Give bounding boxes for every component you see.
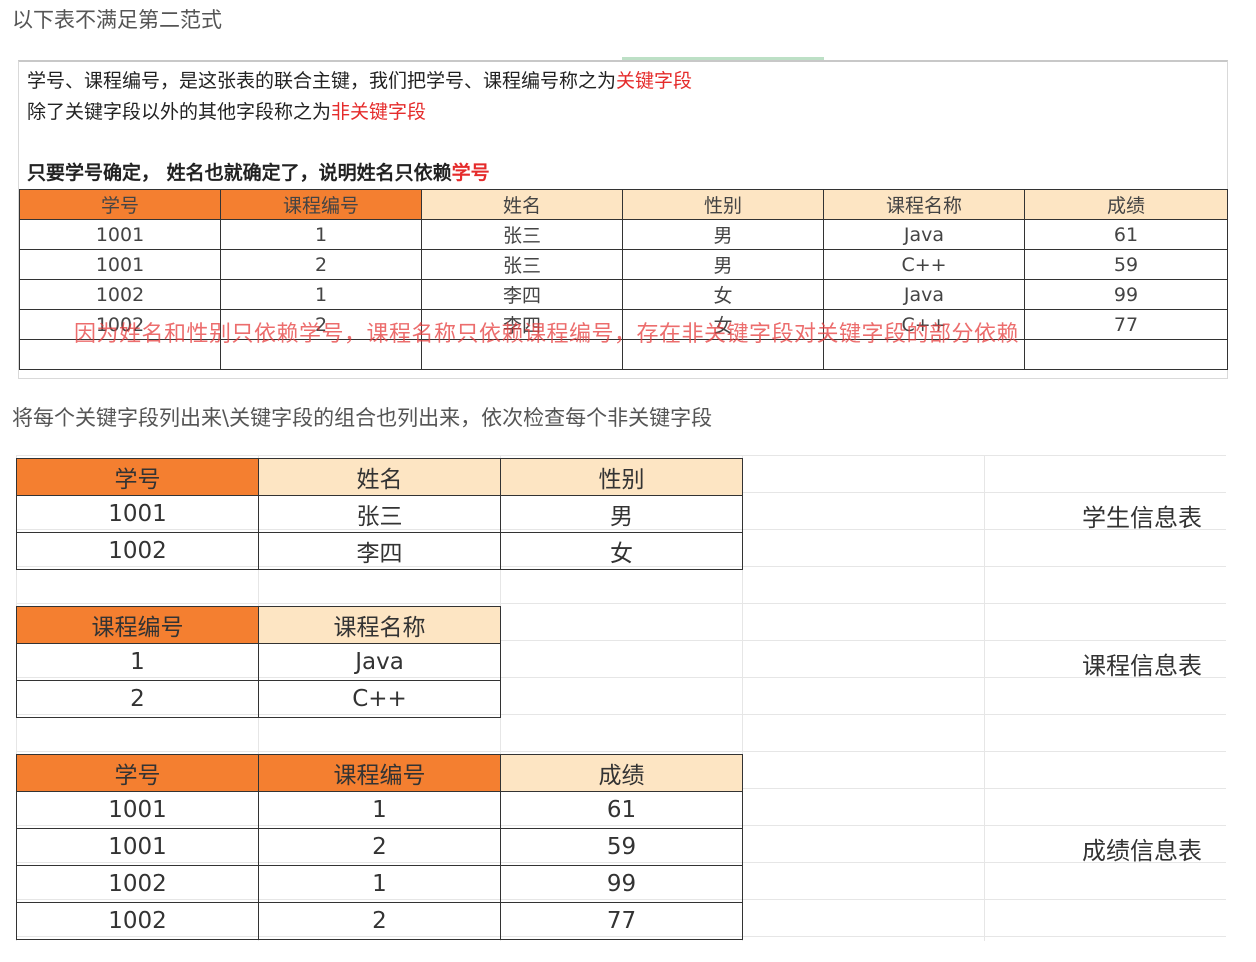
- header-cell-course-name: 课程名称: [823, 189, 1025, 220]
- header-cell-name: 姓名: [258, 458, 501, 496]
- table-cell: 1001: [19, 219, 221, 250]
- table-cell: 1002: [19, 279, 221, 310]
- table-row: 2 C++: [16, 680, 501, 718]
- table-cell: 2: [258, 828, 501, 866]
- table-row: 1001 2 张三 男 C++ 59: [19, 249, 1228, 280]
- table-cell: 李四: [258, 532, 501, 570]
- table-cell: 99: [1024, 279, 1228, 310]
- header-cell-course-name: 课程名称: [258, 606, 501, 644]
- course-table: 课程编号 课程名称 1 Java 2 C++: [16, 606, 501, 718]
- table-cell: Java: [823, 279, 1025, 310]
- student-table-label: 学生信息表: [1082, 504, 1202, 532]
- header-cell-score: 成绩: [500, 754, 743, 792]
- table-row: 1001 1 张三 男 Java 61: [19, 219, 1228, 250]
- table-cell: 59: [1024, 249, 1228, 280]
- header-cell-gender: 性别: [500, 458, 743, 496]
- table-cell: 59: [500, 828, 743, 866]
- table-cell: 1001: [16, 828, 259, 866]
- note-line-3-text: 只要学号确定， 姓名也就确定了，说明姓名只依赖: [27, 162, 452, 184]
- note-line-2-highlight: 非关键字段: [331, 101, 427, 123]
- table-cell: 61: [500, 791, 743, 829]
- header-cell-course-id: 课程编号: [220, 189, 422, 220]
- score-table-label: 成绩信息表: [1082, 837, 1202, 865]
- page-heading: 以下表不满足第二范式: [12, 8, 222, 32]
- score-table-header-row: 学号 课程编号 成绩: [16, 754, 743, 792]
- table-cell: 1001: [19, 249, 221, 280]
- table-cell: 男: [500, 495, 743, 533]
- table-cell: 1: [220, 219, 422, 250]
- table-cell: 77: [500, 902, 743, 940]
- table-cell: 男: [622, 249, 824, 280]
- table-row: 1001 2 59: [16, 828, 743, 866]
- header-cell-student-id: 学号: [19, 189, 221, 220]
- table-cell: C++: [258, 680, 501, 718]
- table-row: 1002 2 77: [16, 902, 743, 940]
- course-table-label: 课程信息表: [1082, 652, 1202, 680]
- table-cell: 1: [258, 865, 501, 903]
- table-row: 1002 1 李四 女 Java 99: [19, 279, 1228, 310]
- section-subheading: 将每个关键字段列出来\关键字段的组合也列出来，依次检查每个非关键字段: [12, 406, 713, 430]
- table-row: 1001 张三 男: [16, 495, 743, 533]
- header-cell-student-id: 学号: [16, 458, 259, 496]
- table-row: 1001 1 61: [16, 791, 743, 829]
- table-row: 1 Java: [16, 643, 501, 681]
- table-cell: 李四: [421, 279, 623, 310]
- table-cell: 77: [1024, 309, 1228, 340]
- table-cell: 男: [622, 219, 824, 250]
- table-cell: [1024, 339, 1228, 370]
- table-cell: 1001: [16, 495, 259, 533]
- student-table: 学号 姓名 性别 1001 张三 男 1002 李四 女: [16, 458, 743, 570]
- overlay-annotation: 因为姓名和性别只依赖学号，课程名称只依赖课程编号，存在非关键字段对关键字段的部分…: [74, 322, 1020, 347]
- table-row: 1002 李四 女: [16, 532, 743, 570]
- table-cell: 2: [16, 680, 259, 718]
- note-line-3-highlight: 学号: [451, 162, 490, 184]
- score-table: 学号 课程编号 成绩 1001 1 61 1001 2 59 1002 1 99…: [16, 754, 743, 940]
- header-cell-gender: 性别: [622, 189, 824, 220]
- table-cell: 2: [258, 902, 501, 940]
- table-cell: 99: [500, 865, 743, 903]
- note-line-2-text: 除了关键字段以外的其他字段称之为: [27, 101, 332, 123]
- table-cell: 张三: [258, 495, 501, 533]
- table-cell: 61: [1024, 219, 1228, 250]
- header-cell-student-id: 学号: [16, 754, 259, 792]
- table-cell: 2: [220, 249, 422, 280]
- note-line-1-highlight: 关键字段: [616, 70, 693, 92]
- note-line-1: 学号、课程编号，是这张表的联合主键，我们把学号、课程编号称之为关键字段: [27, 66, 692, 93]
- note-line-2: 除了关键字段以外的其他字段称之为非关键字段: [27, 97, 426, 124]
- header-cell-score: 成绩: [1024, 189, 1228, 220]
- table-cell: Java: [258, 643, 501, 681]
- note-line-3: 只要学号确定， 姓名也就确定了，说明姓名只依赖学号: [27, 158, 490, 185]
- main-table-header-row: 学号 课程编号 姓名 性别 课程名称 成绩: [19, 189, 1228, 220]
- header-cell-course-id: 课程编号: [16, 606, 259, 644]
- table-cell: 1002: [16, 532, 259, 570]
- table-row: 1002 1 99: [16, 865, 743, 903]
- table-cell: Java: [823, 219, 1025, 250]
- student-table-header-row: 学号 姓名 性别: [16, 458, 743, 496]
- table-cell: 张三: [421, 249, 623, 280]
- table-cell: 1002: [16, 902, 259, 940]
- course-table-header-row: 课程编号 课程名称: [16, 606, 501, 644]
- table-cell: 1: [16, 643, 259, 681]
- table-cell: C++: [823, 249, 1025, 280]
- table-cell: 张三: [421, 219, 623, 250]
- note-line-1-text: 学号、课程编号，是这张表的联合主键，我们把学号、课程编号称之为: [27, 70, 617, 92]
- table-cell: 1002: [16, 865, 259, 903]
- table-cell: 女: [500, 532, 743, 570]
- table-cell: 1001: [16, 791, 259, 829]
- table-cell: 1: [220, 279, 422, 310]
- header-cell-course-id: 课程编号: [258, 754, 501, 792]
- table-cell: 女: [622, 279, 824, 310]
- table-cell: 1: [258, 791, 501, 829]
- header-cell-name: 姓名: [421, 189, 623, 220]
